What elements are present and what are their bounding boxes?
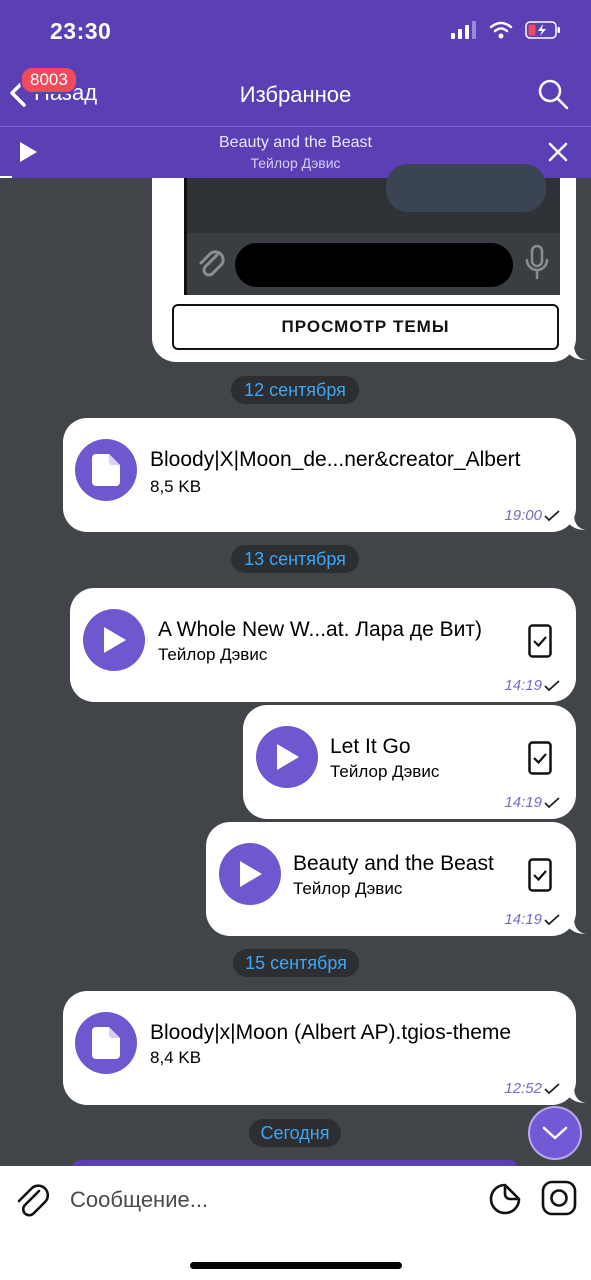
time-label: 19:00 — [504, 507, 542, 524]
file-icon — [92, 454, 120, 486]
play-button[interactable] — [83, 609, 145, 671]
scroll-to-bottom-button[interactable] — [528, 1106, 582, 1160]
play-icon — [277, 744, 299, 770]
date-label: 12 сентября — [244, 379, 346, 400]
battery-icon — [525, 21, 560, 39]
player-track-title[interactable]: Beauty and the Beast — [0, 134, 591, 152]
track-title: Beauty and the Beast — [293, 852, 494, 875]
status-icons — [451, 20, 561, 40]
track-artist: Тейлор Дэвис — [293, 879, 403, 898]
checkmark-icon — [544, 796, 560, 808]
bubble-tail — [564, 1087, 586, 1103]
audio-message[interactable]: Let It Go Тейлор Дэвис 14:19 — [243, 705, 576, 819]
signal-icon — [451, 21, 476, 39]
checkmark-icon — [544, 509, 560, 521]
time-label: 14:19 — [504, 794, 542, 811]
status-time: 23:30 — [50, 18, 112, 44]
file-name: Bloody|x|Moon (Albert AP).tgios-theme — [150, 1021, 512, 1044]
message-time: 19:00 — [504, 507, 560, 524]
play-icon — [104, 627, 126, 653]
time-label: 14:19 — [504, 911, 542, 928]
chevron-down-icon — [542, 1126, 568, 1140]
camera-icon[interactable] — [541, 1180, 577, 1216]
file-message[interactable]: Bloody|X|Moon_de...ner&creator_Albert 8,… — [63, 418, 586, 532]
file-icon — [92, 1027, 120, 1059]
date-separator: 12 сентября — [231, 376, 359, 404]
device-check-icon[interactable] — [528, 624, 552, 658]
close-icon[interactable] — [547, 141, 569, 163]
home-indicator — [190, 1262, 402, 1269]
paperclip-icon[interactable] — [14, 1180, 50, 1220]
play-button[interactable] — [256, 726, 318, 788]
date-label: Сегодня — [260, 1122, 330, 1143]
track-title: Let It Go — [330, 735, 411, 758]
track-artist: Тейлор Дэвис — [158, 645, 268, 664]
message-time: 14:19 — [504, 794, 560, 811]
view-theme-button[interactable]: ПРОСМОТР ТЕМЫ — [172, 304, 559, 350]
audio-message[interactable]: Beauty and the Beast Тейлор Дэвис 14:19 — [206, 822, 586, 936]
search-icon[interactable] — [537, 78, 569, 110]
device-check-icon[interactable] — [528, 741, 552, 775]
file-size: 8,4 KB — [150, 1048, 202, 1067]
time-label: 12:52 — [504, 1080, 542, 1097]
wifi-icon — [489, 21, 513, 39]
date-label: 13 сентября — [244, 548, 346, 569]
preview-input-bar — [187, 233, 560, 295]
date-separator: 15 сентября — [233, 949, 359, 977]
sticker-icon[interactable] — [488, 1182, 522, 1216]
nav-bar: Назад 8003 Избранное — [0, 64, 591, 126]
chat-title: Избранное — [239, 82, 352, 107]
status-bar: 23:30 — [0, 0, 591, 64]
audio-message[interactable]: A Whole New W...at. Лара де Вит) Тейлор … — [70, 588, 576, 702]
bubble-tail — [564, 344, 586, 360]
file-size: 8,5 KB — [150, 477, 202, 496]
file-open-button[interactable] — [75, 1012, 137, 1074]
track-title: A Whole New W...at. Лара де Вит) — [158, 618, 483, 641]
player-progress — [0, 176, 12, 178]
file-message[interactable]: Bloody|x|Moon (Albert AP).tgios-theme 8,… — [63, 991, 586, 1105]
preview-incoming-bubble — [386, 164, 546, 212]
date-label: 15 сентября — [245, 952, 347, 973]
time-label: 14:19 — [504, 677, 542, 694]
theme-message-bubble: ПРОСМОТР ТЕМЫ — [152, 164, 586, 362]
paperclip-icon — [199, 250, 225, 277]
theme-preview-image — [184, 164, 560, 295]
preview-input-pill — [235, 243, 513, 287]
microphone-icon — [525, 244, 549, 280]
device-check-icon[interactable] — [528, 858, 552, 892]
checkmark-icon — [544, 913, 560, 925]
bubble-tail — [564, 918, 586, 934]
message-composer — [0, 1166, 591, 1280]
play-button[interactable] — [219, 843, 281, 905]
message-input[interactable] — [70, 1180, 470, 1220]
play-icon — [240, 861, 262, 887]
message-time: 12:52 — [504, 1080, 560, 1097]
file-name: Bloody|X|Moon_de...ner&creator_Albert — [150, 448, 521, 471]
date-separator: 13 сентября — [231, 545, 359, 573]
track-artist: Тейлор Дэвис — [330, 762, 440, 781]
checkmark-icon — [544, 1082, 560, 1094]
message-time: 14:19 — [504, 677, 560, 694]
checkmark-icon — [544, 679, 560, 691]
bubble-tail — [564, 514, 586, 530]
date-separator: Сегодня — [249, 1119, 341, 1147]
message-time: 14:19 — [504, 911, 560, 928]
file-open-button[interactable] — [75, 439, 137, 501]
